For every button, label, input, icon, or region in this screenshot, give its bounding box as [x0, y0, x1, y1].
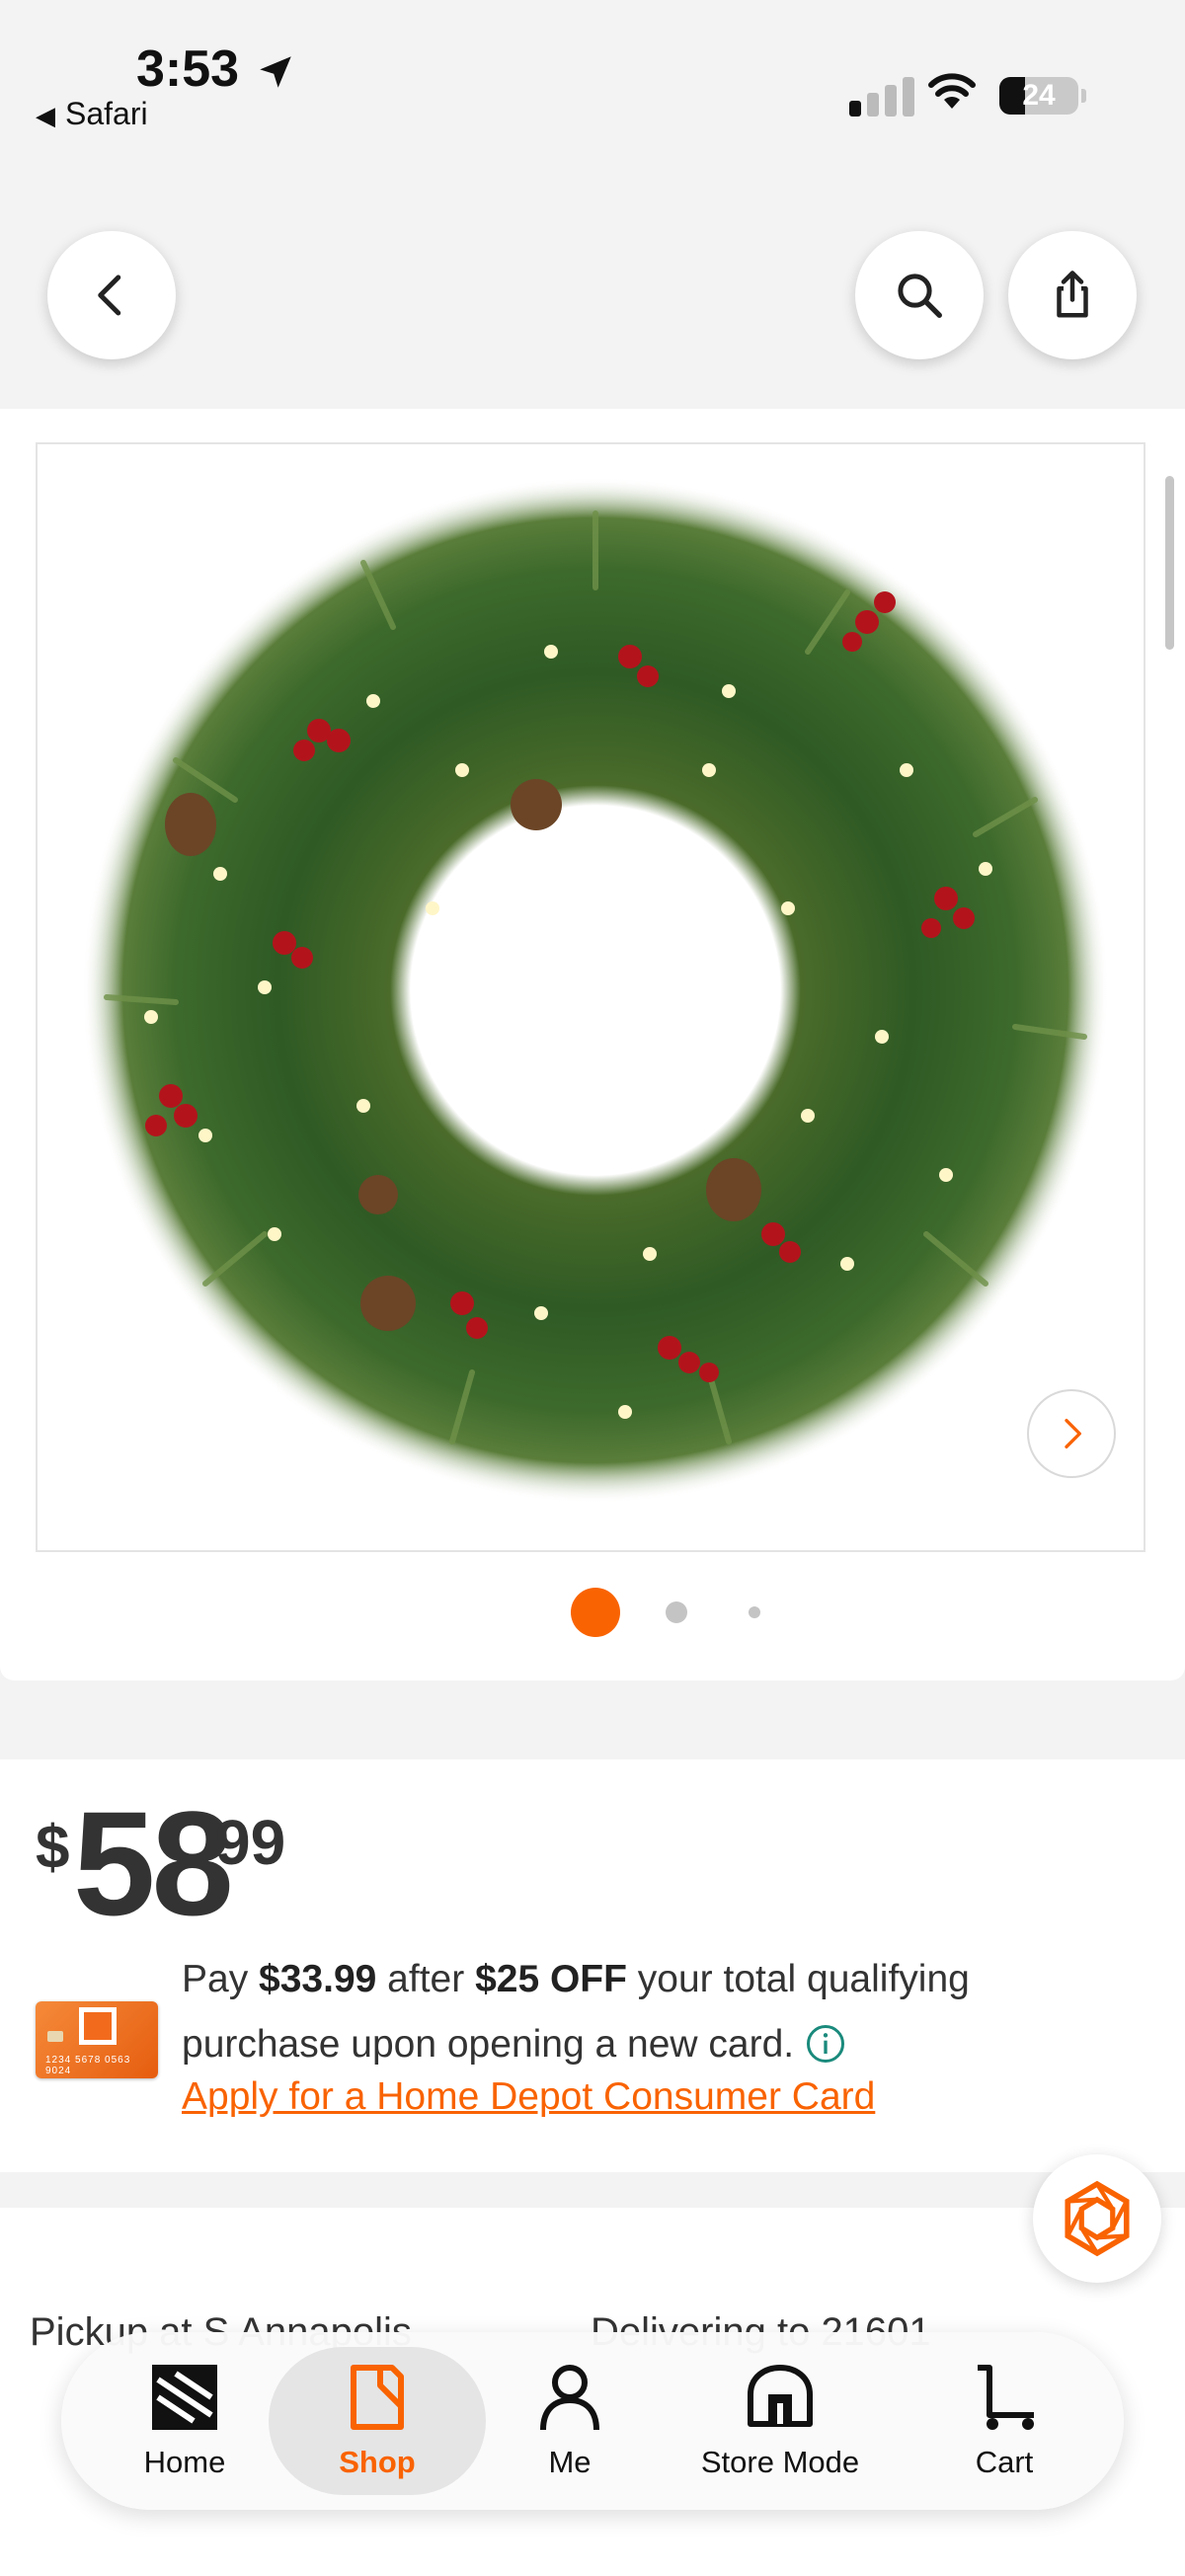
card-chip [47, 2031, 63, 2042]
tab-shop[interactable]: Shop [269, 2332, 486, 2510]
tab-me[interactable]: Me [515, 2332, 624, 2510]
price-dollars: 58 [73, 1780, 234, 1946]
search-button[interactable] [855, 231, 984, 359]
hexagon-assistant-icon [1065, 2180, 1130, 2257]
home-depot-logo-icon [79, 2007, 117, 2045]
page-scrollbar[interactable] [1165, 476, 1174, 650]
back-triangle-icon: ◀ [36, 101, 55, 130]
next-image-button[interactable] [1027, 1389, 1116, 1478]
store-icon [748, 2365, 813, 2427]
promo-discount: $25 OFF [475, 1958, 627, 2000]
tab-cart-label: Cart [975, 2445, 1034, 2479]
gallery-pagination [0, 1588, 1185, 1637]
tab-me-label: Me [548, 2445, 592, 2479]
status-time: 3:53 [136, 40, 240, 98]
assistant-button[interactable] [1033, 2154, 1161, 2283]
tab-home-label: Home [143, 2445, 226, 2479]
back-app-label: Safari [65, 96, 148, 131]
battery-level: 24 [1022, 79, 1056, 112]
shop-tag-icon [351, 2365, 404, 2430]
tab-store-mode-label: Store Mode [700, 2445, 860, 2479]
tab-shop-label: Shop [339, 2445, 416, 2479]
bottom-tab-bar: Home Shop Me Store Mode Cart [61, 2332, 1124, 2510]
tab-home[interactable]: Home [120, 2332, 249, 2510]
tab-store-mode[interactable]: Store Mode [681, 2332, 879, 2510]
wreath-image [82, 477, 1109, 1504]
product-image[interactable] [36, 442, 1146, 1552]
pagination-dot-active[interactable] [571, 1588, 620, 1637]
cart-icon [978, 2365, 1034, 2430]
pagination-dot[interactable] [749, 1606, 760, 1618]
info-icon[interactable] [806, 2024, 845, 2064]
tab-cart[interactable]: Cart [950, 2332, 1059, 2510]
share-button[interactable] [1008, 231, 1137, 359]
promo-pay-amount: $33.99 [259, 1958, 377, 2000]
apply-card-link[interactable]: Apply for a Home Depot Consumer Card [182, 2075, 875, 2119]
chevron-left-icon [98, 274, 121, 316]
promo-pre: Pay [182, 1958, 260, 2000]
battery-icon: 24 [999, 77, 1086, 115]
promo-mid: after [376, 1958, 476, 2000]
card-promo-text: Pay $33.99 after $25 OFF your total qual… [182, 1947, 1110, 2077]
home-depot-logo-icon [152, 2365, 217, 2430]
status-bar: 3:53 ◀ Safari 24 [0, 0, 1185, 138]
product-gallery [0, 409, 1185, 1680]
chevron-right-icon [1065, 1419, 1081, 1448]
price-cents: 99 [215, 1807, 286, 1878]
pagination-dot[interactable] [666, 1601, 687, 1623]
price-currency: $ [36, 1814, 70, 1882]
location-arrow-icon [260, 56, 291, 88]
person-icon [540, 2365, 599, 2431]
search-icon [898, 273, 942, 318]
consumer-card-image: 1234 5678 0563 9024 [36, 2001, 158, 2078]
card-number: 1234 5678 0563 9024 [45, 2055, 131, 2076]
price-section: $ 58 99 1234 5678 0563 9024 Pay $33.99 a… [0, 1759, 1185, 2172]
back-to-app[interactable]: ◀ Safari [36, 96, 148, 132]
wifi-icon [928, 73, 976, 109]
back-button[interactable] [47, 231, 176, 359]
share-icon [1057, 271, 1088, 318]
